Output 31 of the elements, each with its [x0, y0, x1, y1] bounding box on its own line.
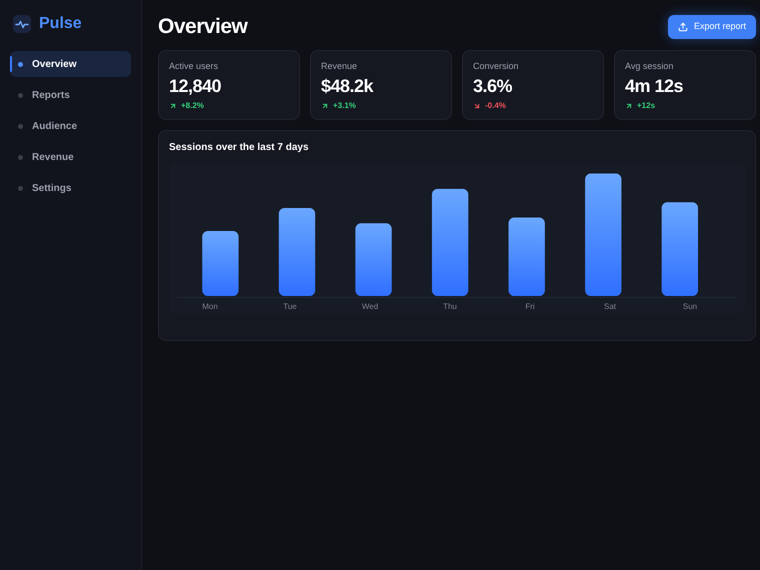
chart-title: Sessions over the last 7 days [169, 142, 310, 154]
sidebar-item[interactable]: Overview [10, 51, 131, 77]
day-label: Fri [525, 301, 535, 313]
bar [202, 230, 239, 296]
upload-icon [678, 22, 688, 32]
stat-value: 3.6% [473, 75, 514, 97]
stat-change: +3.1% [333, 100, 356, 112]
stat-value: 4m 12s [625, 75, 684, 97]
page-title: Overview [158, 14, 248, 40]
day-label: Mon [202, 301, 218, 313]
sidebar-item[interactable]: Reports [10, 82, 131, 108]
sidebar-item[interactable]: Settings [10, 175, 131, 201]
day-label: Tue [283, 301, 297, 313]
day-label: Sat [604, 301, 616, 313]
day-label: Thu [443, 301, 457, 313]
sidebar-item[interactable]: Audience [10, 113, 131, 139]
day-label: Wed [362, 301, 378, 313]
stat-label: Revenue [321, 61, 358, 72]
export-button[interactable]: Export report [668, 15, 756, 39]
stat-change: +12s [637, 100, 656, 112]
stat-label: Avg session [625, 61, 674, 72]
stat-label: Conversion [473, 61, 520, 72]
stat-change: -0.4% [485, 100, 506, 112]
pulse-logo-icon [13, 15, 31, 33]
day-label: Sun [682, 301, 698, 313]
stat-change: +8.2% [181, 100, 204, 112]
stat-value: $48.2k [321, 75, 374, 97]
stat-value: 12,840 [169, 75, 222, 97]
stat-label: Active users [169, 61, 220, 72]
sidebar-item[interactable]: Revenue [10, 144, 131, 170]
brand-name: Pulse [39, 14, 82, 34]
